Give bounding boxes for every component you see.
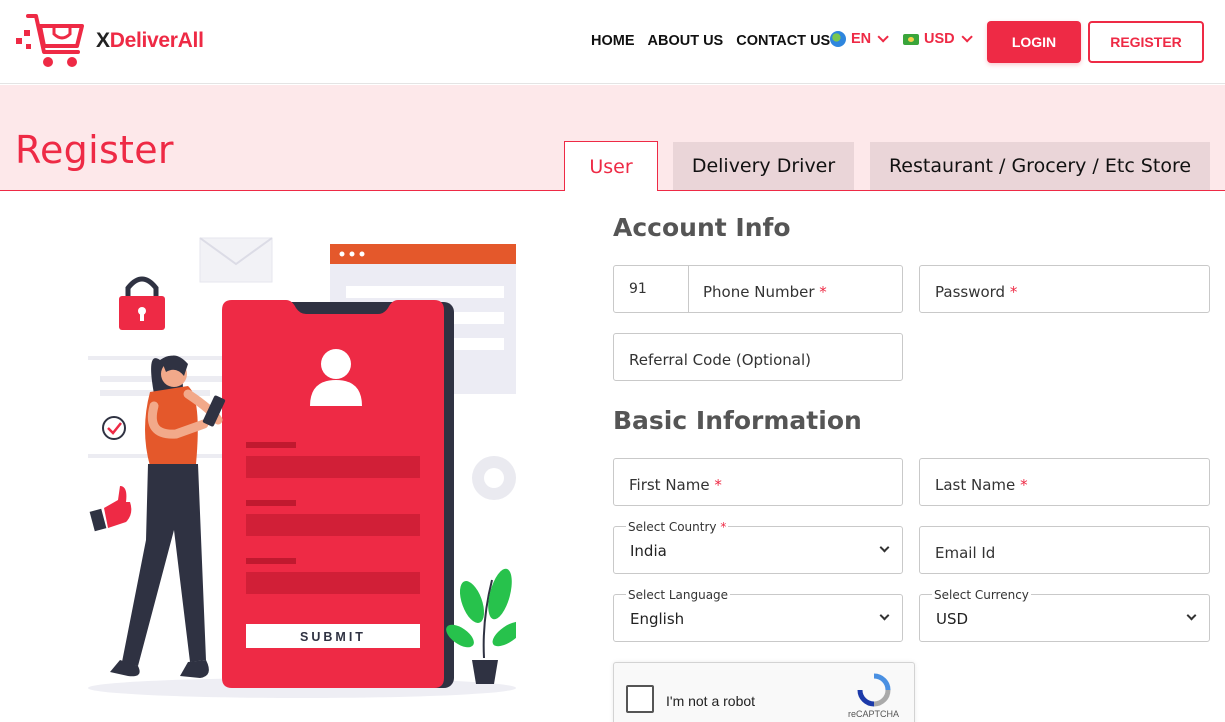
- currency-select-label: Select Currency: [932, 588, 1031, 602]
- chevron-down-icon: [879, 610, 890, 621]
- chevron-down-icon: [879, 542, 890, 553]
- globe-icon: [830, 31, 846, 47]
- currency-selector[interactable]: USD: [903, 31, 973, 47]
- language-select[interactable]: Select Language English: [613, 588, 903, 642]
- phone-field[interactable]: 91 Phone Number *: [613, 265, 903, 313]
- phone-placeholder: Phone Number: [703, 283, 815, 301]
- gear-icon: [472, 456, 516, 500]
- brand-name: XDeliverAll: [96, 29, 204, 52]
- country-label: Select Country *: [626, 520, 729, 534]
- chevron-down-icon: [877, 31, 889, 43]
- register-illustration: SUBMIT: [88, 237, 516, 698]
- language-label: EN: [851, 31, 872, 47]
- language-selector[interactable]: EN: [830, 31, 889, 47]
- recaptcha-checkbox[interactable]: [626, 685, 654, 713]
- tab-delivery-driver[interactable]: Delivery Driver: [673, 142, 854, 190]
- check-circle-icon: [102, 416, 126, 440]
- tab-store[interactable]: Restaurant / Grocery / Etc Store: [870, 142, 1210, 190]
- site-header: XDeliverAll HOME ABOUT US CONTACT US EN …: [0, 0, 1225, 84]
- country-value: India: [630, 542, 667, 560]
- login-button[interactable]: LOGIN: [987, 21, 1081, 63]
- last-name-field[interactable]: Last Name *: [919, 458, 1210, 506]
- referral-code-field[interactable]: Referral Code (Optional): [613, 333, 903, 381]
- currency-value: USD: [936, 610, 969, 628]
- envelope-icon: [199, 237, 273, 283]
- chevron-down-icon: [1186, 610, 1197, 621]
- language-select-label: Select Language: [626, 588, 731, 602]
- account-info-title: Account Info: [613, 213, 791, 242]
- password-placeholder: Password: [935, 283, 1006, 301]
- basic-info-title: Basic Information: [613, 406, 862, 435]
- flag-icon: [903, 33, 919, 45]
- first-name-field[interactable]: First Name *: [613, 458, 903, 506]
- currency-label: USD: [924, 31, 955, 47]
- recaptcha-icon: [857, 673, 891, 707]
- recaptcha-label: I'm not a robot: [666, 693, 756, 709]
- first-name-placeholder: First Name: [629, 476, 710, 494]
- referral-placeholder: Referral Code (Optional): [629, 351, 811, 369]
- nav-about-link[interactable]: ABOUT US: [648, 33, 724, 49]
- register-button[interactable]: REGISTER: [1088, 21, 1204, 63]
- nav-contact-link[interactable]: CONTACT US: [736, 33, 830, 49]
- password-field[interactable]: Password *: [919, 265, 1210, 313]
- recaptcha-brand: reCAPTCHA: [848, 709, 900, 719]
- page-title: Register: [15, 128, 174, 172]
- country-select[interactable]: Select Country * India: [613, 520, 903, 574]
- brand-logo[interactable]: XDeliverAll: [14, 12, 204, 70]
- main-nav: HOME ABOUT US CONTACT US: [578, 31, 830, 51]
- nav-home-link[interactable]: HOME: [591, 33, 635, 49]
- recaptcha-widget: I'm not a robot reCAPTCHA: [613, 662, 915, 722]
- thumbs-up-icon: [89, 486, 132, 532]
- tab-user[interactable]: User: [564, 141, 658, 191]
- phone-code[interactable]: 91: [614, 266, 689, 312]
- language-value: English: [630, 610, 685, 628]
- shopping-cart-icon: [16, 14, 84, 67]
- chevron-down-icon: [961, 31, 973, 43]
- currency-select[interactable]: Select Currency USD: [919, 588, 1210, 642]
- email-field[interactable]: Email Id: [919, 526, 1210, 574]
- lock-icon: [119, 276, 165, 330]
- email-placeholder: Email Id: [935, 544, 996, 562]
- last-name-placeholder: Last Name: [935, 476, 1016, 494]
- submit-label: SUBMIT: [300, 630, 366, 644]
